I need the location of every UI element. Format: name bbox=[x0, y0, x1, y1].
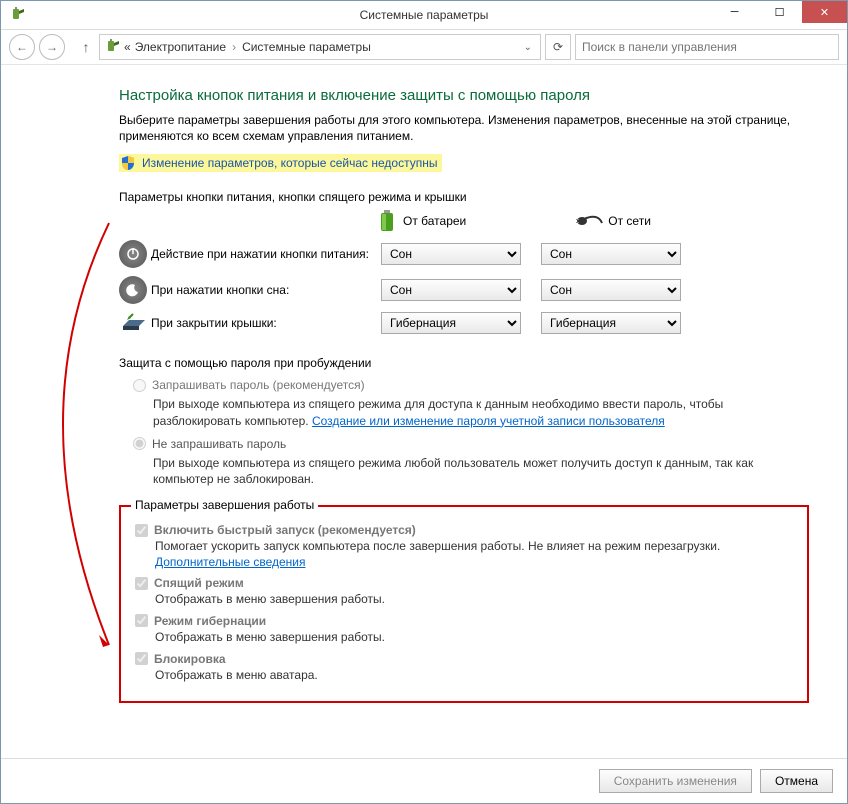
chk-hibernate bbox=[135, 614, 148, 627]
breadcrumb-item[interactable]: Электропитание bbox=[135, 40, 226, 54]
power-options-icon bbox=[9, 7, 25, 23]
up-button[interactable]: ↑ bbox=[77, 39, 95, 55]
shield-icon bbox=[120, 155, 136, 171]
save-button[interactable]: Сохранить изменения bbox=[599, 769, 752, 793]
titlebar: Системные параметры ─ ☐ ✕ bbox=[1, 1, 847, 30]
sleep-button-icon bbox=[119, 276, 147, 304]
change-unavailable-link[interactable]: Изменение параметров, которые сейчас нед… bbox=[119, 154, 442, 172]
radio-require-desc: При выходе компьютера из спящего режима … bbox=[153, 396, 773, 428]
row-power-label: Действие при нажатии кнопки питания: bbox=[151, 247, 381, 261]
chk-hibernate-label: Режим гибернации bbox=[154, 614, 266, 628]
radio-no-password bbox=[133, 437, 146, 450]
navbar: ← → ↑ « Электропитание › Системные парам… bbox=[1, 30, 847, 65]
cancel-button[interactable]: Отмена bbox=[760, 769, 833, 793]
lid-ac-select[interactable]: Гибернация bbox=[541, 312, 681, 334]
intro-text: Выберите параметры завершения работы для… bbox=[119, 112, 799, 144]
sleep-battery-select[interactable]: Сон bbox=[381, 279, 521, 301]
footer: Сохранить изменения Отмена bbox=[1, 758, 847, 803]
refresh-button[interactable]: ⟳ bbox=[545, 34, 571, 60]
address-bar[interactable]: « Электропитание › Системные параметры ⌄ bbox=[99, 34, 541, 60]
back-button[interactable]: ← bbox=[9, 34, 35, 60]
breadcrumb-item[interactable]: Системные параметры bbox=[242, 40, 371, 54]
plug-icon bbox=[576, 214, 600, 228]
row-lid-label: При закрытии крышки: bbox=[151, 316, 381, 330]
search-input[interactable] bbox=[575, 34, 839, 60]
chevron-right-icon: › bbox=[232, 40, 236, 54]
chk-sleep-label: Спящий режим bbox=[154, 576, 244, 590]
lid-battery-select[interactable]: Гибернация bbox=[381, 312, 521, 334]
chk-lock bbox=[135, 652, 148, 665]
forward-button[interactable]: → bbox=[39, 34, 65, 60]
chk-sleep bbox=[135, 577, 148, 590]
sleep-ac-select[interactable]: Сон bbox=[541, 279, 681, 301]
chk-lock-label: Блокировка bbox=[154, 652, 226, 666]
breadcrumb-ellipsis[interactable]: « bbox=[124, 40, 131, 54]
address-dropdown[interactable]: ⌄ bbox=[520, 42, 536, 53]
radio-require-label: Запрашивать пароль (рекомендуется) bbox=[152, 378, 365, 392]
power-options-icon bbox=[104, 39, 120, 55]
radio-no-password-desc: При выходе компьютера из спящего режима … bbox=[153, 455, 773, 487]
shutdown-settings-group: Параметры завершения работы Включить быс… bbox=[119, 505, 809, 703]
row-sleep-label: При нажатии кнопки сна: bbox=[151, 283, 381, 297]
power-button-icon bbox=[119, 240, 147, 268]
battery-icon bbox=[379, 210, 395, 232]
shutdown-settings-legend: Параметры завершения работы bbox=[131, 498, 318, 512]
chk-hibernate-desc: Отображать в меню завершения работы. bbox=[155, 630, 793, 646]
col-battery-label: От батареи bbox=[403, 214, 466, 228]
fast-startup-more-link[interactable]: Дополнительные сведения bbox=[155, 555, 305, 569]
content: Настройка кнопок питания и включение защ… bbox=[1, 65, 847, 758]
section-password-head: Защита с помощью пароля при пробуждении bbox=[119, 356, 819, 370]
lid-icon bbox=[119, 312, 151, 334]
chk-lock-desc: Отображать в меню аватара. bbox=[155, 668, 793, 684]
chk-fast-startup bbox=[135, 524, 148, 537]
change-unavailable-label: Изменение параметров, которые сейчас нед… bbox=[142, 156, 438, 170]
close-button[interactable]: ✕ bbox=[802, 1, 847, 23]
chk-fast-label: Включить быстрый запуск (рекомендуется) bbox=[154, 523, 416, 537]
create-password-link[interactable]: Создание или изменение пароля учетной за… bbox=[312, 414, 665, 428]
chk-sleep-desc: Отображать в меню завершения работы. bbox=[155, 592, 793, 608]
button-settings-grid: Действие при нажатии кнопки питания: Сон… bbox=[119, 240, 819, 334]
section-buttons-head: Параметры кнопки питания, кнопки спящего… bbox=[119, 190, 819, 204]
col-ac-label: От сети bbox=[608, 214, 651, 228]
page-title: Настройка кнопок питания и включение защ… bbox=[119, 87, 819, 104]
maximize-button[interactable]: ☐ bbox=[757, 1, 802, 23]
power-ac-select[interactable]: Сон bbox=[541, 243, 681, 265]
radio-no-password-label: Не запрашивать пароль bbox=[152, 437, 286, 451]
chk-fast-desc: Помогает ускорить запуск компьютера посл… bbox=[155, 539, 793, 570]
power-battery-select[interactable]: Сон bbox=[381, 243, 521, 265]
window: Системные параметры ─ ☐ ✕ ← → ↑ « Электр… bbox=[0, 0, 848, 804]
column-headers: От батареи От сети bbox=[379, 210, 819, 232]
radio-require-password bbox=[133, 379, 146, 392]
minimize-button[interactable]: ─ bbox=[712, 1, 757, 23]
